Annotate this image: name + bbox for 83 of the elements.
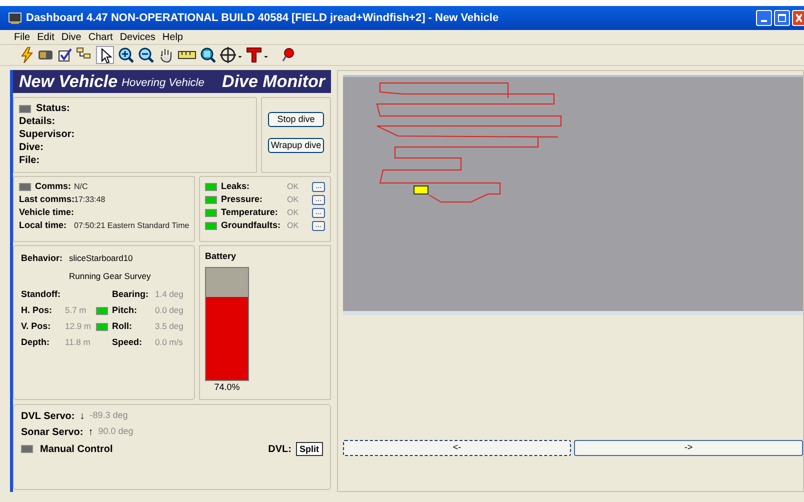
vehicle-name: New Vehicle: [19, 70, 118, 93]
field-label: Status:: [36, 102, 70, 116]
minimize-button[interactable]: [756, 10, 772, 26]
hand-icon[interactable]: [158, 47, 174, 63]
menu-item[interactable]: Devices: [120, 30, 156, 44]
field-label: Depth:: [21, 336, 50, 349]
menu-item[interactable]: Help: [162, 30, 183, 44]
arrow-indicator: ↓: [80, 410, 85, 424]
ruler-icon[interactable]: [178, 50, 196, 60]
zoom-fit-icon[interactable]: [200, 47, 216, 63]
minimize-icon: [761, 20, 767, 22]
alarm-value: OK: [287, 180, 299, 192]
field-value: 3.5 deg: [155, 320, 184, 333]
crosshair-icon[interactable]: [220, 47, 242, 63]
field-label: Bearing:: [112, 288, 150, 301]
battery-icon[interactable]: [38, 50, 54, 60]
alarm-value: OK: [287, 206, 299, 218]
menu-item[interactable]: Dive: [61, 30, 82, 44]
alarm-value: OK: [287, 194, 299, 206]
vehicle-marker: [414, 186, 428, 194]
field-value: 07:50:21 Eastern Standard Time: [74, 220, 190, 232]
split-button[interactable]: Split: [296, 442, 323, 456]
field-value: 90.0 deg: [98, 425, 134, 438]
checkbox-icon[interactable]: [58, 48, 72, 62]
dive-button[interactable]: Wrapup dive: [268, 138, 324, 153]
window-title: Dashboard 4.47 NON-OPERATIONAL BUILD 40584 [FIELD jread+Windfish+2] - New Vehicle: [26, 10, 500, 26]
field-value: 0.0 m/s: [155, 336, 183, 349]
maximize-icon: [778, 14, 786, 22]
field-value: 5.7 m: [65, 304, 86, 317]
field-label: Local time:: [19, 218, 68, 232]
field-value: -89.3 deg: [90, 409, 128, 422]
dive-button[interactable]: Stop dive: [268, 112, 324, 127]
field-value: 17:33:48: [74, 194, 106, 206]
field-value: 12.9 m: [65, 320, 91, 333]
field-label: Comms:: [35, 180, 72, 193]
field-label: Supervisor:: [19, 128, 75, 142]
field-label: File:: [19, 154, 40, 168]
alarm-value: OK: [287, 220, 299, 232]
field-label: H. Pos:: [21, 304, 54, 317]
vehicle-type: Hovering Vehicle: [122, 76, 204, 92]
zoom-out-icon[interactable]: [138, 47, 154, 63]
monitor-title: Dive Monitor: [222, 70, 325, 93]
field-label: V. Pos:: [21, 320, 52, 333]
arrow-button[interactable]: ->: [574, 440, 803, 456]
menu-item[interactable]: File: [14, 30, 30, 44]
alarm-label: Groundfaults:: [221, 218, 282, 232]
alarm-label: Pressure:: [221, 192, 264, 206]
field-label: Roll:: [112, 320, 133, 333]
field-value: 0.0 deg: [155, 304, 184, 317]
field-value: N/C: [74, 180, 88, 192]
cursor-icon[interactable]: [96, 46, 114, 64]
manual-control-label: Manual Control: [40, 442, 113, 456]
dvl-label: DVL:: [268, 442, 292, 456]
field-label: Sonar Servo:: [21, 426, 84, 440]
field-label: Details:: [19, 115, 56, 129]
battery-reading: 74.0%: [214, 380, 240, 394]
zoom-in-icon[interactable]: [118, 47, 134, 63]
behavior-description: Running Gear Survey: [69, 271, 151, 281]
alarm-label: Temperature:: [221, 206, 279, 219]
maximize-button[interactable]: [774, 10, 790, 26]
field-label: Pitch:: [112, 304, 138, 317]
menu-item[interactable]: Edit: [37, 30, 54, 44]
field-label: Standoff:: [21, 288, 62, 301]
field-value: sliceStarboard10: [69, 252, 133, 265]
alarm-label: Leaks:: [221, 180, 251, 193]
text-tool-icon[interactable]: [246, 47, 268, 63]
battery-title: Battery: [205, 250, 236, 263]
close-button[interactable]: [792, 10, 804, 26]
close-icon: [796, 14, 802, 22]
field-label: DVL Servo:: [21, 410, 75, 424]
field-label: Last comms:: [19, 192, 74, 206]
field-label: Dive:: [19, 141, 44, 155]
lightning-icon[interactable]: [20, 47, 34, 63]
field-label: Vehicle time:: [19, 206, 74, 219]
arrow-button[interactable]: <-: [343, 440, 571, 456]
field-value: 1.4 deg: [155, 288, 184, 301]
field-value: 11.8 m: [65, 336, 90, 349]
field-label: Behavior:: [21, 252, 64, 265]
arrow-indicator: ↑: [88, 426, 94, 440]
pin-icon[interactable]: [280, 47, 296, 63]
field-label: Speed:: [112, 336, 144, 349]
menu-item[interactable]: Chart: [88, 30, 113, 44]
app-icon: [8, 11, 22, 25]
